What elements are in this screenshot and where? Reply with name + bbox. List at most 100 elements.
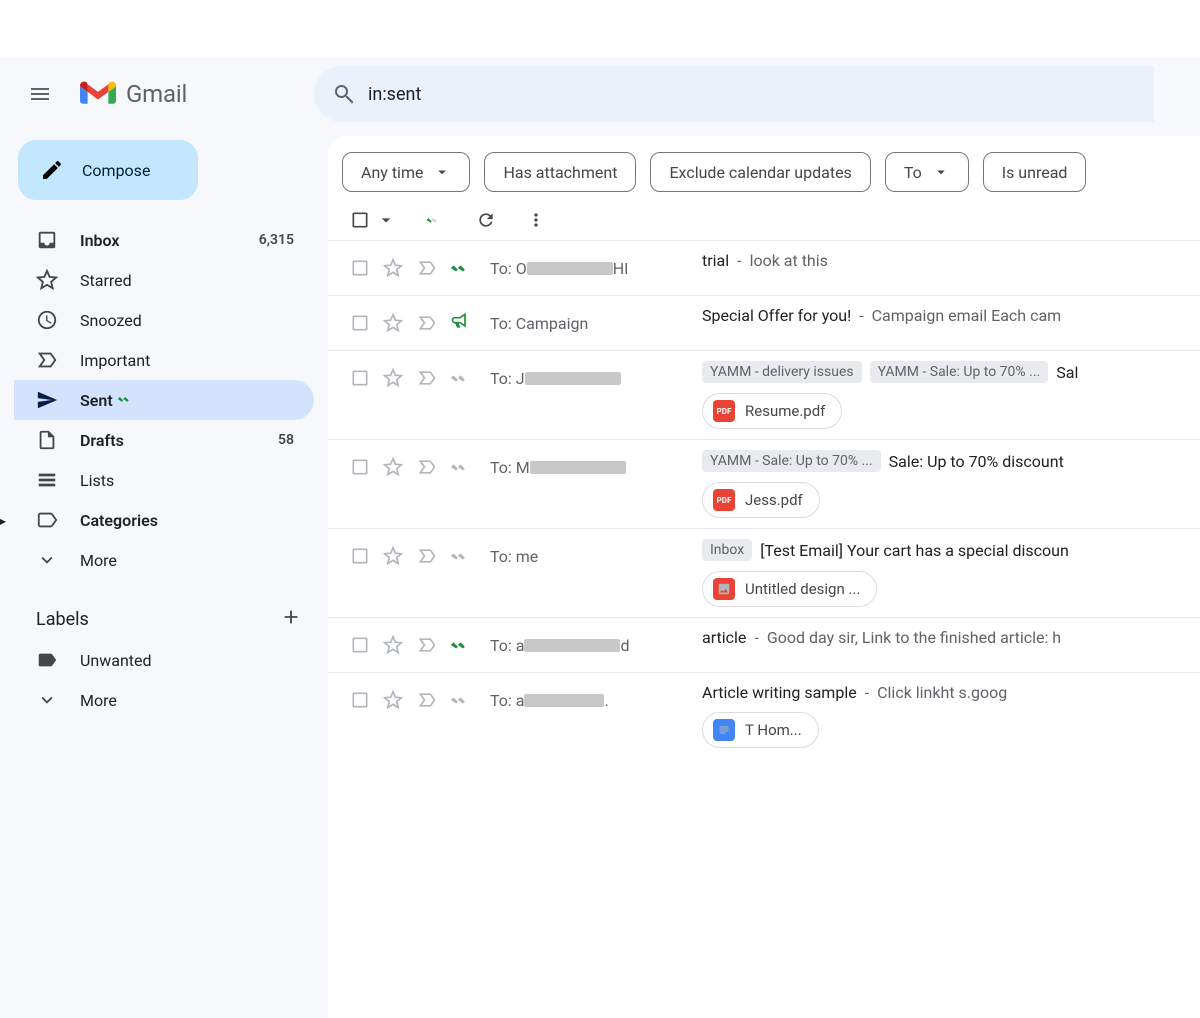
row-read-status bbox=[450, 251, 478, 285]
sidebar-item-lists[interactable]: Lists bbox=[14, 460, 314, 500]
row-important[interactable] bbox=[416, 251, 438, 285]
row-checkbox[interactable] bbox=[350, 628, 370, 662]
row-checkbox[interactable] bbox=[350, 306, 370, 340]
attachment-chip[interactable]: T Hom... bbox=[702, 712, 819, 748]
app-root: Gmail Compose Inbox6,315Starred Snoozed Im… bbox=[0, 58, 1200, 1018]
label-text: More bbox=[80, 691, 294, 710]
select-all-checkbox[interactable] bbox=[350, 210, 370, 230]
attachment-label: Untitled design ... bbox=[745, 580, 860, 598]
main-menu-button[interactable] bbox=[16, 70, 64, 118]
sidebar: Compose Inbox6,315Starred Snoozed Importan… bbox=[0, 130, 328, 1018]
mail-row[interactable]: To: adarticle - Good day sir, Link to th… bbox=[328, 617, 1200, 672]
mail-row[interactable]: To: MYAMM - Sale: Up to 70% ...Sale: Up … bbox=[328, 439, 1200, 528]
compose-button[interactable]: Compose bbox=[18, 140, 198, 200]
search-bar[interactable] bbox=[314, 66, 1154, 122]
attachment-row: Untitled design ... bbox=[702, 571, 1188, 607]
more-icon bbox=[36, 689, 58, 711]
nav-label: Snoozed bbox=[80, 311, 294, 330]
sidebar-item-sent[interactable]: Sent bbox=[14, 380, 314, 420]
mail-snippet: Click linkht s.goog bbox=[877, 683, 1007, 702]
row-sender: To: a. bbox=[490, 683, 690, 717]
row-sender: To: me bbox=[490, 539, 690, 573]
row-star[interactable] bbox=[382, 628, 404, 662]
chip-label: To bbox=[904, 163, 922, 182]
attachment-row: PDFResume.pdf bbox=[702, 393, 1188, 429]
filter-chip[interactable]: To bbox=[885, 152, 969, 192]
search-icon bbox=[332, 82, 356, 106]
row-checkbox[interactable] bbox=[350, 539, 370, 573]
mail-subject: Sal bbox=[1056, 363, 1078, 382]
sidebar-item-inbox[interactable]: Inbox6,315 bbox=[14, 220, 314, 260]
row-checkbox[interactable] bbox=[350, 361, 370, 395]
refresh-button[interactable] bbox=[476, 210, 496, 230]
row-important[interactable] bbox=[416, 539, 438, 573]
nav-count: 58 bbox=[278, 432, 294, 448]
nav-label: Important bbox=[80, 351, 294, 370]
row-important[interactable] bbox=[416, 683, 438, 717]
attachment-row: T Hom... bbox=[702, 712, 1188, 748]
row-sender: To: M bbox=[490, 450, 690, 484]
row-star[interactable] bbox=[382, 361, 404, 395]
sidebar-item-more[interactable]: More bbox=[14, 540, 314, 580]
plus-icon bbox=[280, 606, 302, 628]
mail-row[interactable]: To: CampaignSpecial Offer for you! - Cam… bbox=[328, 295, 1200, 350]
send-icon bbox=[36, 389, 58, 411]
sidebar-item-starred[interactable]: Starred bbox=[14, 260, 314, 300]
row-star[interactable] bbox=[382, 683, 404, 717]
row-sender: To: J bbox=[490, 361, 690, 395]
main: Compose Inbox6,315Starred Snoozed Importan… bbox=[0, 130, 1200, 1018]
content-pane: Any time Has attachment Exclude calendar u… bbox=[328, 136, 1200, 1018]
attachment-label: Jess.pdf bbox=[745, 491, 803, 509]
row-important[interactable] bbox=[416, 306, 438, 340]
row-checkbox[interactable] bbox=[350, 683, 370, 717]
mail-subject: trial bbox=[702, 251, 729, 270]
mail-tag: YAMM - delivery issues bbox=[702, 361, 862, 383]
chip-label: Has attachment bbox=[503, 163, 617, 182]
sidebar-item-drafts[interactable]: Drafts58 bbox=[14, 420, 314, 460]
row-checkbox[interactable] bbox=[350, 450, 370, 484]
chip-label: Is unread bbox=[1002, 163, 1068, 182]
mail-row[interactable]: To: meInbox[Test Email] Your cart has a … bbox=[328, 528, 1200, 617]
row-important[interactable] bbox=[416, 361, 438, 395]
attachment-chip[interactable]: PDFResume.pdf bbox=[702, 393, 842, 429]
important-icon bbox=[36, 349, 58, 371]
row-read-status bbox=[450, 628, 478, 662]
caret-down-icon bbox=[376, 210, 396, 230]
row-star[interactable] bbox=[382, 450, 404, 484]
chip-label: Any time bbox=[361, 163, 423, 182]
row-star[interactable] bbox=[382, 539, 404, 573]
caret-down-icon bbox=[433, 163, 451, 181]
row-star[interactable] bbox=[382, 251, 404, 285]
row-important[interactable] bbox=[416, 450, 438, 484]
filter-chips: Any time Has attachment Exclude calendar u… bbox=[328, 136, 1200, 202]
filter-chip[interactable]: Exclude calendar updates bbox=[650, 152, 870, 192]
filter-chip[interactable]: Has attachment bbox=[484, 152, 636, 192]
mail-snippet: Campaign email Each cam bbox=[872, 306, 1062, 325]
attachment-chip[interactable]: Untitled design ... bbox=[702, 571, 877, 607]
row-important[interactable] bbox=[416, 628, 438, 662]
filter-chip[interactable]: Any time bbox=[342, 152, 470, 192]
add-label-button[interactable] bbox=[280, 606, 302, 632]
label-item-unwanted[interactable]: Unwanted bbox=[14, 640, 314, 680]
logo[interactable]: Gmail bbox=[72, 80, 302, 108]
more-button[interactable] bbox=[526, 210, 546, 230]
row-star[interactable] bbox=[382, 306, 404, 340]
mail-row[interactable]: To: OHItrial - look at this bbox=[328, 240, 1200, 295]
labels-list: Unwanted More bbox=[14, 640, 328, 720]
mail-row[interactable]: To: JYAMM - delivery issuesYAMM - Sale: … bbox=[328, 350, 1200, 439]
attachment-chip[interactable]: PDFJess.pdf bbox=[702, 482, 820, 518]
sidebar-item-snoozed[interactable]: Snoozed bbox=[14, 300, 314, 340]
hamburger-icon bbox=[28, 82, 52, 106]
mail-row[interactable]: To: a.Article writing sample - Click lin… bbox=[328, 672, 1200, 758]
row-sender: To: ad bbox=[490, 628, 690, 662]
row-checkbox[interactable] bbox=[350, 251, 370, 285]
row-read-status bbox=[450, 450, 478, 484]
search-input[interactable] bbox=[368, 84, 1142, 105]
select-dropdown[interactable] bbox=[376, 210, 396, 230]
filter-chip[interactable]: Is unread bbox=[983, 152, 1087, 192]
list-toolbar bbox=[328, 202, 1200, 240]
sidebar-item-categories[interactable]: ▸Categories bbox=[14, 500, 314, 540]
read-status-button[interactable] bbox=[426, 210, 446, 230]
sidebar-item-important[interactable]: Important bbox=[14, 340, 314, 380]
label-item-more[interactable]: More bbox=[14, 680, 314, 720]
